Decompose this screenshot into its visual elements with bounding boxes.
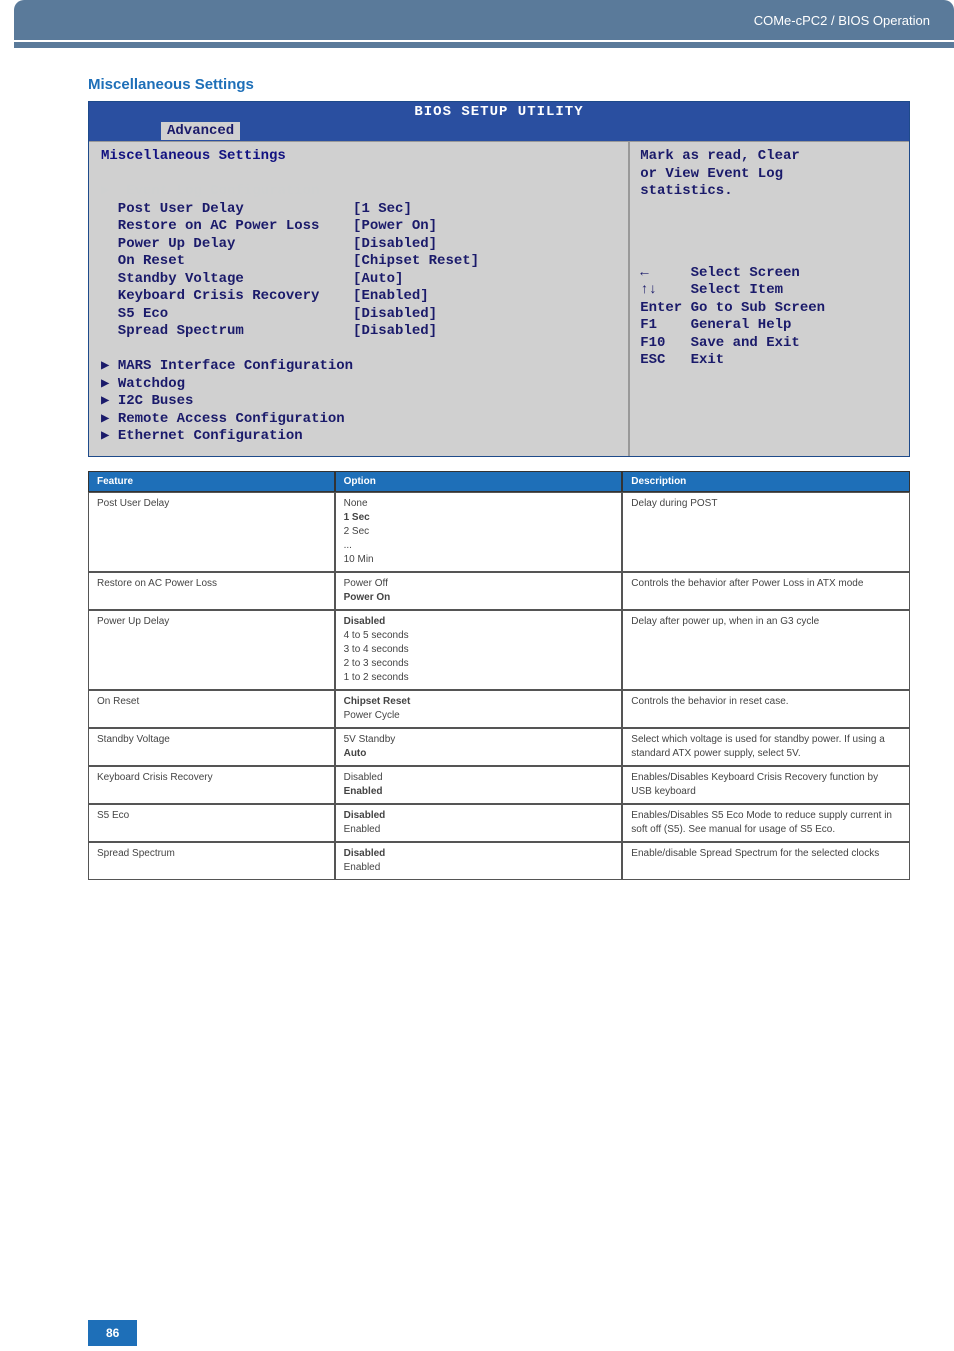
bios-help-line3: statistics.: [640, 183, 899, 201]
bios-title-bar: BIOS SETUP UTILITY: [89, 102, 909, 122]
bios-submenu-list: ▶ MARS Interface Configuration▶ Watchdog…: [101, 358, 616, 446]
cell-description: Delay after power up, when in an G3 cycl…: [622, 610, 910, 690]
cell-option: 5V StandbyAuto: [335, 728, 623, 766]
bios-key-row: ← Select Screen: [640, 265, 899, 283]
table-row: On ResetChipset ResetPower CycleControls…: [88, 690, 910, 728]
table-row: S5 EcoDisabledEnabledEnables/Disables S5…: [88, 804, 910, 842]
th-option: Option: [335, 471, 623, 492]
bios-item[interactable]: Post User Delay [1 Sec]: [101, 201, 616, 219]
bios-screenshot: BIOS SETUP UTILITY Advanced Miscellaneou…: [88, 101, 910, 457]
page-footer: 86: [88, 1320, 954, 1346]
cell-description: Enable/disable Spread Spectrum for the s…: [622, 842, 910, 880]
cell-option: DisabledEnabled: [335, 804, 623, 842]
bios-submenu-item[interactable]: ▶ Watchdog: [101, 376, 616, 394]
bios-tab-row: Advanced: [89, 122, 909, 141]
cell-description: Select which voltage is used for standby…: [622, 728, 910, 766]
cell-option: DisabledEnabled: [335, 766, 623, 804]
cell-feature: On Reset: [88, 690, 335, 728]
bios-key-row: ESC Exit: [640, 352, 899, 370]
cell-feature: Post User Delay: [88, 492, 335, 572]
cell-description: Controls the behavior after Power Loss i…: [622, 572, 910, 610]
section-title: Miscellaneous Settings: [88, 76, 910, 93]
bios-item[interactable]: Power Up Delay [Disabled]: [101, 236, 616, 254]
bios-item[interactable]: Standby Voltage [Auto]: [101, 271, 616, 289]
cell-description: Enables/Disables Keyboard Crisis Recover…: [622, 766, 910, 804]
bios-help-line2: or View Event Log: [640, 166, 899, 184]
bios-key-row: F10 Save and Exit: [640, 335, 899, 353]
bios-separator: [101, 166, 616, 184]
cell-feature: Spread Spectrum: [88, 842, 335, 880]
bios-key-help: ← Select Screen↑↓ Select ItemEnter Go to…: [640, 265, 899, 370]
bios-right-panel: Mark as read, Clear or View Event Log st…: [630, 142, 909, 456]
bios-title: BIOS SETUP UTILITY: [414, 104, 583, 120]
table-header-row: Feature Option Description: [88, 471, 910, 492]
cell-feature: Power Up Delay: [88, 610, 335, 690]
cell-description: Controls the behavior in reset case.: [622, 690, 910, 728]
bios-help-line1: Mark as read, Clear: [640, 148, 899, 166]
bios-item-list: Post User Delay [1 Sec] Restore on AC Po…: [101, 201, 616, 341]
cell-option: Disabled4 to 5 seconds3 to 4 seconds2 to…: [335, 610, 623, 690]
header-breadcrumb-text: COMe-cPC2 / BIOS Operation: [754, 13, 930, 28]
cell-feature: S5 Eco: [88, 804, 335, 842]
bios-item[interactable]: Keyboard Crisis Recovery [Enabled]: [101, 288, 616, 306]
bios-panel-title: Miscellaneous Settings: [101, 148, 616, 166]
table-row: Standby Voltage5V StandbyAutoSelect whic…: [88, 728, 910, 766]
page-content: Miscellaneous Settings BIOS SETUP UTILIT…: [0, 48, 954, 920]
bios-key-row: ↑↓ Select Item: [640, 282, 899, 300]
table-row: Restore on AC Power LossPower OffPower O…: [88, 572, 910, 610]
bios-body: Miscellaneous Settings ▶ Event Log Confi…: [89, 141, 909, 456]
cell-feature: Restore on AC Power Loss: [88, 572, 335, 610]
bios-item[interactable]: Spread Spectrum [Disabled]: [101, 323, 616, 341]
cell-feature: Standby Voltage: [88, 728, 335, 766]
page-number: 86: [88, 1320, 137, 1346]
bios-submenu-item[interactable]: ▶ MARS Interface Configuration: [101, 358, 616, 376]
bios-active-tab[interactable]: Advanced: [161, 122, 240, 140]
cell-option: Power OffPower On: [335, 572, 623, 610]
bios-item[interactable]: Restore on AC Power Loss [Power On]: [101, 218, 616, 236]
table-row: Spread SpectrumDisabledEnabledEnable/dis…: [88, 842, 910, 880]
bios-blank: [101, 341, 616, 359]
table-row: Keyboard Crisis RecoveryDisabledEnabledE…: [88, 766, 910, 804]
cell-option: None1 Sec2 Sec...10 Min: [335, 492, 623, 572]
table-row: Post User DelayNone1 Sec2 Sec...10 MinDe…: [88, 492, 910, 572]
bios-item[interactable]: On Reset [Chipset Reset]: [101, 253, 616, 271]
bios-left-panel: Miscellaneous Settings ▶ Event Log Confi…: [89, 142, 630, 456]
cell-option: Chipset ResetPower Cycle: [335, 690, 623, 728]
feature-tbody: Post User DelayNone1 Sec2 Sec...10 MinDe…: [88, 492, 910, 880]
header-breadcrumb: COMe-cPC2 / BIOS Operation: [14, 0, 954, 40]
cell-description: Delay during POST: [622, 492, 910, 572]
th-feature: Feature: [88, 471, 335, 492]
cell-feature: Keyboard Crisis Recovery: [88, 766, 335, 804]
cell-option: DisabledEnabled: [335, 842, 623, 880]
th-description: Description: [622, 471, 910, 492]
feature-table: Feature Option Description Post User Del…: [88, 471, 910, 880]
bios-item[interactable]: S5 Eco [Disabled]: [101, 306, 616, 324]
bios-key-row: F1 General Help: [640, 317, 899, 335]
table-row: Power Up DelayDisabled4 to 5 seconds3 to…: [88, 610, 910, 690]
bios-submenu-item[interactable]: ▶ Remote Access Configuration: [101, 411, 616, 429]
bios-highlight-item[interactable]: ▶ Event Log Configuration: [101, 183, 616, 201]
bios-submenu-item[interactable]: ▶ I2C Buses: [101, 393, 616, 411]
cell-description: Enables/Disables S5 Eco Mode to reduce s…: [622, 804, 910, 842]
bios-key-row: Enter Go to Sub Screen: [640, 300, 899, 318]
bios-submenu-item[interactable]: ▶ Ethernet Configuration: [101, 428, 616, 446]
